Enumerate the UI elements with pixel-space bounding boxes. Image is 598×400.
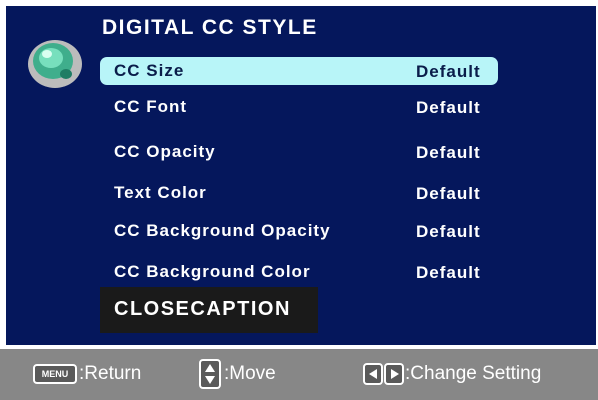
menu-item-value: Default bbox=[416, 62, 481, 81]
menu-item-cc-size[interactable]: CC Size Default bbox=[100, 57, 498, 85]
menu-item-cc-background-color[interactable]: CC Background Color Default bbox=[100, 258, 498, 286]
menu-item-label: CC Background Opacity bbox=[114, 221, 331, 240]
menu-item-value: Default bbox=[416, 184, 481, 203]
menu-item-label: CC Font bbox=[114, 97, 188, 116]
menu-item-cc-opacity[interactable]: CC Opacity Default bbox=[100, 138, 498, 166]
menu-item-value: Default bbox=[416, 263, 481, 282]
change-setting-hint: :Change Setting bbox=[363, 363, 541, 385]
menu-item-text-color[interactable]: Text Color Default bbox=[100, 179, 498, 207]
menu-item-label: CC Background Color bbox=[114, 262, 311, 281]
menu-item-label: Text Color bbox=[114, 183, 207, 202]
menu-item-value: Default bbox=[416, 143, 481, 162]
change-setting-hint-label: :Change Setting bbox=[405, 363, 542, 384]
key-hint-bar: MENU :Return :Move :Change Setting bbox=[0, 349, 598, 400]
closecaption-button[interactable]: CLOSECAPTION bbox=[100, 287, 318, 333]
closecaption-label: CLOSECAPTION bbox=[114, 298, 291, 320]
return-hint-label: :Return bbox=[79, 363, 142, 384]
menu-item-value: Default bbox=[416, 222, 481, 241]
move-hint-label: :Move bbox=[224, 363, 276, 384]
return-hint: MENU :Return bbox=[33, 363, 141, 385]
menu-item-cc-background-opacity[interactable]: CC Background Opacity Default bbox=[100, 217, 498, 245]
menu-item-cc-font[interactable]: CC Font Default bbox=[100, 93, 498, 121]
menu-item-label: CC Opacity bbox=[114, 142, 216, 161]
menu-item-label: CC Size bbox=[114, 61, 185, 80]
up-down-arrow-icon bbox=[199, 359, 221, 389]
menu-title: DIGITAL CC STYLE bbox=[102, 16, 318, 39]
move-hint: :Move bbox=[199, 359, 276, 389]
menu-item-value: Default bbox=[416, 98, 481, 117]
right-arrow-icon bbox=[384, 363, 404, 385]
gem-logo-icon bbox=[28, 40, 82, 88]
menu-key-icon: MENU bbox=[33, 364, 77, 384]
left-arrow-icon bbox=[363, 363, 383, 385]
